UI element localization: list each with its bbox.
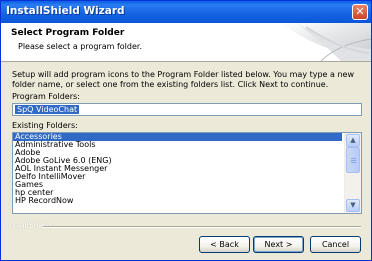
title-bar[interactable]: InstallShield Wizard ✕ [1, 1, 371, 23]
installshield-window: InstallShield Wizard ✕ Select Program Fo… [0, 0, 372, 261]
close-icon[interactable]: ✕ [352, 4, 368, 20]
scroll-up-arrow-icon[interactable]: ▲ [346, 134, 360, 147]
page-subtitle: Please select a program folder. [18, 42, 142, 51]
scrollbar-thumb[interactable] [346, 147, 360, 173]
footer-divider [43, 226, 361, 228]
next-button[interactable]: Next > [253, 236, 304, 253]
program-folder-value: SpQ VideoChat [15, 105, 80, 114]
list-item[interactable]: Administrative Tools [13, 141, 342, 149]
wizard-header: Select Program Folder Please select a pr… [1, 23, 371, 62]
cancel-button[interactable]: Cancel [310, 236, 361, 253]
list-item[interactable]: Delfo IntelliMover [13, 173, 342, 181]
grip-line [351, 158, 356, 159]
existing-folders-list[interactable]: Accessories Administrative Tools Adobe A… [12, 132, 362, 214]
back-button[interactable]: < Back [199, 236, 250, 253]
window-title: InstallShield Wizard [6, 5, 125, 17]
list-item[interactable]: Games [13, 181, 342, 189]
list-item[interactable]: HP RecordNow [13, 197, 342, 205]
header-decoration-graphic [261, 23, 371, 61]
scroll-down-arrow-icon[interactable]: ▼ [346, 199, 360, 212]
existing-folders-label: Existing Folders: [12, 121, 78, 130]
page-title: Select Program Folder [11, 28, 125, 38]
grip-line [351, 162, 356, 163]
grip-line [351, 160, 356, 161]
program-folder-input[interactable]: SpQ VideoChat [12, 103, 362, 116]
vertical-scrollbar[interactable]: ▲ ▼ [344, 133, 361, 213]
program-folders-label: Program Folders: [12, 92, 80, 101]
instructions-text: Setup will add program icons to the Prog… [12, 70, 354, 89]
